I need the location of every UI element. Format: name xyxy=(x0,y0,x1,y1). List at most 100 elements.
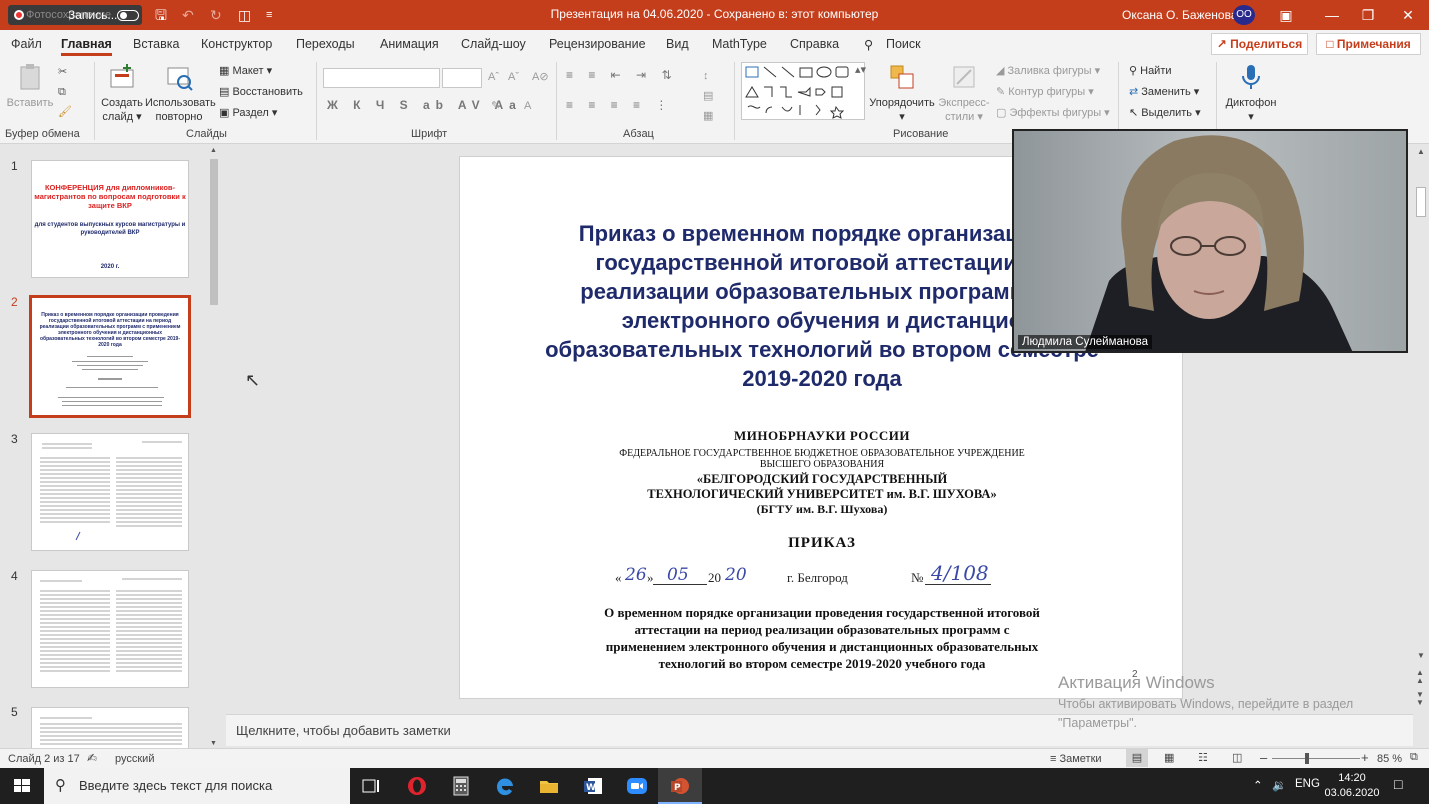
share-button[interactable]: ↗ Поделиться xyxy=(1211,33,1308,55)
reading-view-icon[interactable]: ☷ xyxy=(1198,751,1208,764)
font-color-icon[interactable]: A xyxy=(524,98,531,114)
text-direction-icon[interactable]: ↕ xyxy=(703,68,709,84)
opera-icon[interactable] xyxy=(406,775,428,797)
spellcheck-icon[interactable]: ✍ xyxy=(87,751,97,765)
comments-button[interactable]: □ Примечания xyxy=(1316,33,1421,55)
highlight-icon[interactable]: ✎ xyxy=(491,98,500,114)
keyboard-language[interactable]: ENG xyxy=(1295,778,1320,790)
shape-fill-button[interactable]: ◢ Заливка фигуры ▾ xyxy=(996,63,1100,79)
scroll-down-icon[interactable]: ▼ xyxy=(210,740,217,747)
tab-file[interactable]: Файл xyxy=(11,37,42,51)
tab-help[interactable]: Справка xyxy=(790,37,839,51)
tab-transitions[interactable]: Переходы xyxy=(296,37,355,51)
restore-icon[interactable]: ❐ xyxy=(1346,4,1390,26)
font-name-input[interactable] xyxy=(323,68,440,88)
section-button[interactable]: ▣ Раздел ▾ xyxy=(219,105,277,121)
tab-search[interactable]: Поиск xyxy=(886,37,921,51)
find-button[interactable]: ⚲ Найти xyxy=(1129,63,1172,79)
task-view-icon[interactable] xyxy=(360,775,382,797)
normal-view-icon[interactable]: ▤ xyxy=(1126,749,1148,767)
tab-animations[interactable]: Анимация xyxy=(380,37,439,51)
taskbar-search-box[interactable]: ⚲ Введите здесь текст для поиска xyxy=(44,768,350,804)
scroll-up-icon[interactable]: ▲ xyxy=(210,147,217,154)
layout-button[interactable]: ▦ Макет ▾ xyxy=(219,63,272,79)
tab-design[interactable]: Конструктор xyxy=(201,37,272,51)
new-slide-button[interactable]: Создать слайд ▾ xyxy=(99,62,145,124)
increase-font-icon[interactable]: Aˆ xyxy=(488,69,499,85)
show-hidden-icons-icon[interactable]: ⌃ xyxy=(1253,778,1263,792)
copy-icon[interactable]: ⧉ xyxy=(58,84,66,100)
shape-outline-button[interactable]: ✎ Контур фигуры ▾ xyxy=(996,84,1094,100)
zoom-out-icon[interactable]: – xyxy=(1260,750,1267,765)
format-painter-icon[interactable]: 🖌 xyxy=(58,104,72,120)
video-call-overlay[interactable]: Людмила Сулейманова xyxy=(1012,129,1408,353)
reuse-slides-button[interactable]: Использовать повторно xyxy=(145,62,216,124)
tab-review[interactable]: Рецензирование xyxy=(549,37,646,51)
start-button[interactable] xyxy=(0,768,44,804)
align-text-icon[interactable]: ▤ xyxy=(703,88,713,104)
language-indicator[interactable]: русский xyxy=(115,753,154,765)
scrollbar-thumb[interactable] xyxy=(1416,187,1426,217)
notes-toggle[interactable]: ≡ Заметки xyxy=(1050,753,1102,765)
tab-slideshow[interactable]: Слайд-шоу xyxy=(461,37,526,51)
user-name[interactable]: Оксана О. Баженова xyxy=(1122,8,1238,22)
edge-browser-icon[interactable] xyxy=(494,775,516,797)
calculator-icon[interactable] xyxy=(450,775,472,797)
paste-button[interactable]: Вставить xyxy=(6,62,54,110)
thumbnails-scrollbar[interactable]: ▲ ▼ xyxy=(207,147,221,747)
file-explorer-icon[interactable] xyxy=(538,775,560,797)
zoom-slider-thumb[interactable] xyxy=(1305,753,1309,764)
zoom-app-icon[interactable] xyxy=(626,775,648,797)
powerpoint-icon[interactable]: P xyxy=(669,775,691,797)
slideshow-view-icon[interactable]: ◫ xyxy=(1232,751,1242,764)
select-button[interactable]: ↖ Выделить ▾ xyxy=(1129,105,1201,121)
search-icon[interactable]: ⚲ xyxy=(864,37,873,52)
notes-placeholder[interactable]: Щелкните, чтобы добавить заметки xyxy=(236,723,451,738)
activation-line: Чтобы активировать Windows, перейдите в … xyxy=(1058,697,1354,711)
fit-to-window-icon[interactable]: ⧉ xyxy=(1410,751,1418,764)
tab-insert[interactable]: Вставка xyxy=(133,37,179,51)
notifications-icon[interactable]: □ xyxy=(1394,776,1402,792)
list-buttons[interactable]: ≡ ≡ ⇤ ⇥ ⇅ xyxy=(566,68,678,82)
zoom-level[interactable]: 85 % xyxy=(1377,753,1402,765)
align-buttons[interactable]: ≡ ≡ ≡ ≡ ⋮ xyxy=(566,98,673,112)
font-size-input[interactable] xyxy=(442,68,482,88)
tab-home[interactable]: Главная xyxy=(61,37,112,56)
cut-icon[interactable]: ✂ xyxy=(58,64,67,80)
next-slide-icon[interactable]: ▼ ▼ xyxy=(1416,691,1424,707)
reset-button[interactable]: ▤ Восстановить xyxy=(219,84,303,100)
slide-thumbnail-4[interactable] xyxy=(31,570,189,688)
scroll-down-icon[interactable]: ▼ xyxy=(1417,651,1425,660)
replace-button[interactable]: ⇄ Заменить ▾ xyxy=(1129,84,1199,100)
shape-effects-button[interactable]: ▢ Эффекты фигуры ▾ xyxy=(996,105,1110,121)
slide-thumbnail-3[interactable] xyxy=(31,433,189,551)
tab-view[interactable]: Вид xyxy=(666,37,689,51)
slide-thumbnail-5[interactable] xyxy=(31,707,189,748)
system-clock[interactable]: 14:20 03.06.2020 xyxy=(1322,771,1382,801)
dictate-button[interactable]: Диктофон ▾ xyxy=(1222,62,1280,124)
clear-format-icon[interactable]: A⊘ xyxy=(532,69,549,85)
shapes-more-icon[interactable]: ▴▾ xyxy=(855,62,866,78)
smartart-icon[interactable]: ▦ xyxy=(703,108,713,124)
scroll-up-icon[interactable]: ▲ xyxy=(1417,147,1425,156)
close-icon[interactable]: ✕ xyxy=(1386,4,1429,26)
decrease-font-icon[interactable]: Aˇ xyxy=(508,69,519,85)
replace-icon: ⇄ xyxy=(1129,86,1142,98)
arrange-button[interactable]: Упорядочить ▾ xyxy=(868,62,936,124)
zoom-in-icon[interactable]: + xyxy=(1361,750,1369,765)
taskbar-search-placeholder[interactable]: Введите здесь текст для поиска xyxy=(79,778,272,793)
volume-icon[interactable]: 🔉 xyxy=(1272,778,1286,792)
editor-scrollbar[interactable]: ▲ ▼ ▲ ▲ ▼ ▼ xyxy=(1413,145,1429,715)
zoom-slider[interactable] xyxy=(1272,758,1360,759)
quick-styles-button[interactable]: Экспресс-стили ▾ xyxy=(936,62,992,124)
slide-thumbnail-2[interactable]: Приказ о временном порядке организации п… xyxy=(29,295,191,418)
scrollbar-thumb[interactable] xyxy=(210,159,218,305)
previous-slide-icon[interactable]: ▲ ▲ xyxy=(1416,669,1424,685)
slide-thumbnail-1[interactable]: КОНФЕРЕНЦИЯ для дипломников-магистрантов… xyxy=(31,160,189,278)
tab-mathtype[interactable]: MathType xyxy=(712,37,767,51)
shapes-gallery[interactable] xyxy=(741,62,865,120)
ribbon-display-options-icon[interactable]: ▣ xyxy=(1264,4,1308,26)
slide-sorter-icon[interactable]: ▦ xyxy=(1164,751,1174,764)
user-avatar[interactable]: ОО xyxy=(1233,5,1255,25)
word-icon[interactable]: W xyxy=(582,775,604,797)
